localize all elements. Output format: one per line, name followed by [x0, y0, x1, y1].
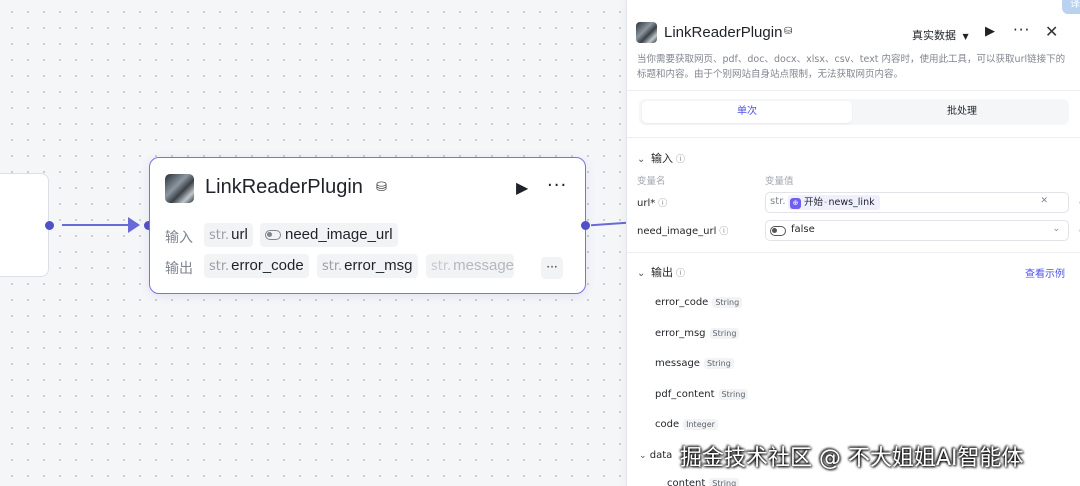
type-badge: Integer: [683, 419, 718, 430]
output-name: message: [453, 257, 514, 274]
output-chip-message: str. message: [426, 254, 514, 278]
plugin-node[interactable]: LinkReaderPlugin ⛁ ▶ ··· 输入 str. url need…: [149, 157, 586, 294]
input-section-label: 输入: [651, 152, 673, 165]
ref-separator: -: [824, 197, 828, 208]
panel-description: 当你需要获取网页、pdf、doc、docx、xlsx、csv、text 内容时，…: [637, 54, 1066, 80]
type-badge: String: [712, 297, 743, 308]
chevron-down-icon: ⌄: [637, 268, 646, 279]
chevron-down-icon: ⌄: [637, 154, 646, 165]
info-icon[interactable]: ⓘ: [676, 266, 685, 279]
close-icon[interactable]: ✕: [1045, 22, 1058, 41]
run-mode-tabs: 单次 批处理: [639, 99, 1069, 125]
output-name: data: [649, 450, 673, 461]
need-image-url-value-field[interactable]: false ⌄ ⊙: [765, 220, 1080, 241]
play-icon[interactable]: ▶: [516, 178, 528, 197]
chevron-down-icon: ▼: [962, 32, 969, 41]
output-chip-error-msg: str. error_msg: [317, 254, 418, 278]
previous-node-output-port[interactable]: [45, 221, 54, 230]
clear-icon[interactable]: ✕: [1040, 196, 1048, 206]
ref-source: 开始: [804, 197, 824, 208]
play-icon[interactable]: ▶: [985, 24, 995, 39]
output-row-expandable[interactable]: ⌄ data: [639, 450, 672, 461]
type-badge: String: [718, 389, 749, 400]
start-node-icon: ⊕: [790, 198, 801, 209]
store-icon[interactable]: ⛁: [784, 26, 792, 37]
input-name: need_image_url: [285, 226, 393, 243]
plugin-logo-icon: [636, 22, 657, 43]
output-name: code: [655, 419, 680, 430]
plugin-logo-icon: [165, 174, 194, 203]
type-badge: String: [709, 328, 740, 339]
edge-line-out[interactable]: [590, 221, 628, 227]
dataset-label: 真实数据: [912, 29, 956, 42]
dataset-dropdown[interactable]: 真实数据 ▼: [912, 27, 969, 43]
watermark: 掘金技术社区 @ 不大姐姐AI智能体: [680, 446, 1024, 471]
output-name: pdf_content: [655, 389, 715, 400]
output-row: error_msg String: [655, 328, 740, 339]
column-var-value: 变量值: [765, 176, 794, 187]
info-icon[interactable]: ⓘ: [719, 224, 728, 237]
field-label: url*: [637, 198, 656, 209]
divider: [627, 137, 1080, 138]
column-var-name: 变量名: [637, 176, 666, 187]
type-label: str.: [322, 259, 343, 274]
chevron-down-icon: ⌄: [639, 451, 647, 461]
more-outputs-button[interactable]: ···: [541, 257, 563, 279]
output-chip-error-code: str. error_code: [204, 254, 309, 278]
previous-node[interactable]: [0, 173, 49, 277]
type-label: str.: [770, 196, 786, 207]
divider: [627, 252, 1080, 253]
edge-arrow-icon: [128, 217, 140, 233]
output-row: pdf_content String: [655, 389, 749, 400]
field-name-url: url* ⓘ: [637, 196, 667, 209]
type-badge: String: [709, 478, 740, 486]
node-title: LinkReaderPlugin: [205, 176, 363, 198]
output-name: error_msg: [655, 328, 706, 339]
translate-badge[interactable]: 译: [1062, 0, 1080, 14]
node-detail-panel: LinkReaderPlugin ⛁ 真实数据 ▼ ▶ ··· ✕ 当你需要获取…: [626, 0, 1080, 486]
field-name-need-image-url: need_image_url ⓘ: [637, 224, 728, 237]
type-label: str.: [209, 259, 230, 274]
output-label: 输出: [165, 261, 193, 277]
url-value-field[interactable]: str. ⊕开始-news_link ✕ ⊙: [765, 192, 1080, 213]
view-example-link[interactable]: 查看示例: [1025, 265, 1065, 280]
tab-batch[interactable]: 批处理: [857, 101, 1067, 123]
info-icon[interactable]: ⓘ: [676, 152, 685, 165]
node-output-port[interactable]: [581, 221, 590, 230]
input-chip-url: str. url: [204, 223, 253, 247]
input-name: url: [231, 226, 248, 243]
edge-line[interactable]: [62, 224, 130, 226]
tab-single[interactable]: 单次: [642, 101, 852, 123]
type-badge: String: [703, 358, 734, 369]
output-section-label: 输出: [651, 266, 673, 279]
output-row: code Integer: [655, 419, 718, 430]
output-name: error_msg: [344, 257, 413, 274]
chevron-down-icon: ⌄: [1052, 224, 1060, 234]
input-label: 输入: [165, 230, 193, 246]
divider: [627, 90, 1080, 91]
output-name: error_code: [231, 257, 304, 274]
output-name: message: [655, 358, 700, 369]
output-name: content: [667, 478, 706, 486]
info-icon[interactable]: ⓘ: [658, 196, 667, 209]
output-section-header[interactable]: ⌄ 输出 ⓘ: [637, 264, 685, 280]
ref-variable: news_link: [828, 197, 875, 208]
more-icon[interactable]: ···: [547, 175, 567, 196]
output-row-child: content String: [667, 478, 740, 486]
variable-reference-chip[interactable]: ⊕ 开始-news_link: [788, 195, 880, 210]
input-section-header[interactable]: ⌄ 输入 ⓘ: [637, 150, 685, 166]
field-value: false: [791, 224, 815, 235]
field-label: need_image_url: [637, 226, 717, 237]
type-label: str.: [431, 259, 452, 274]
output-name: error_code: [655, 297, 709, 308]
input-chip-need-image-url: need_image_url: [260, 223, 398, 247]
panel-title: LinkReaderPlugin: [664, 24, 783, 41]
more-icon[interactable]: ···: [1013, 21, 1030, 39]
output-row: error_code String: [655, 297, 743, 308]
toggle-icon: [265, 230, 281, 240]
type-label: str.: [209, 228, 230, 243]
output-row: message String: [655, 358, 734, 369]
store-icon[interactable]: ⛁: [376, 180, 387, 195]
toggle-icon: [770, 226, 786, 236]
